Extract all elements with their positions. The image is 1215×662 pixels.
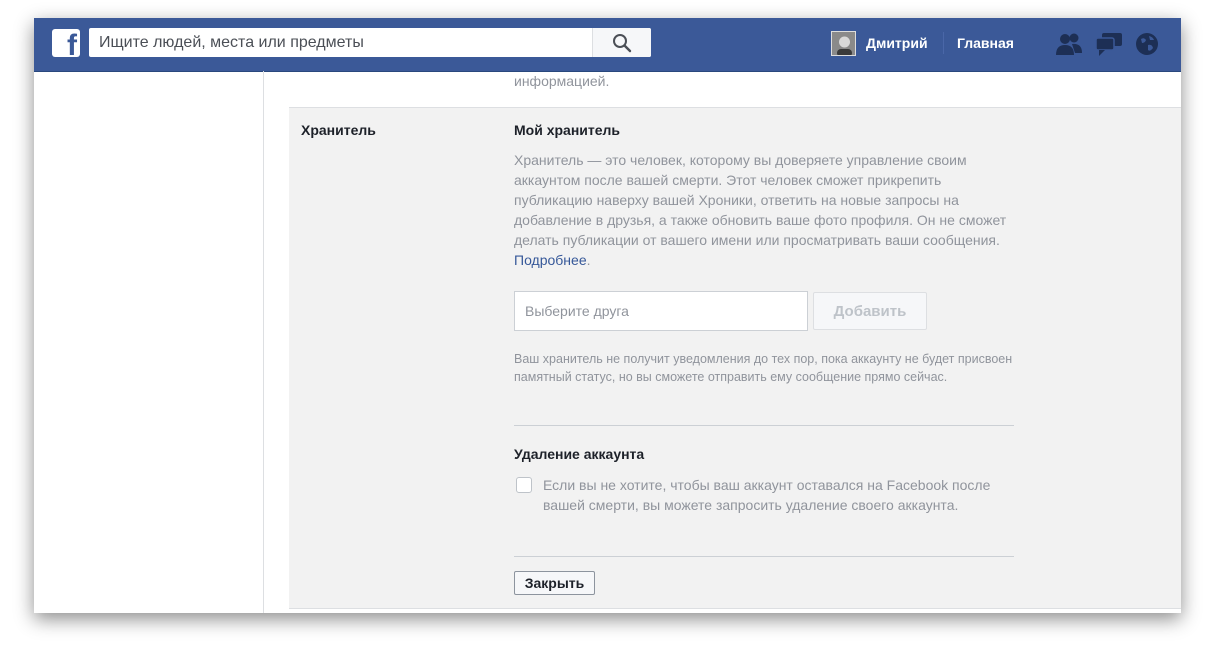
home-link[interactable]: Главная — [957, 35, 1014, 51]
search-icon — [613, 34, 632, 53]
legacy-contact-description: Хранитель — это человек, которому вы дов… — [514, 152, 1007, 268]
account-deletion-heading: Удаление аккаунта — [514, 446, 645, 462]
search-input[interactable]: Ищите людей, места или предметы — [89, 28, 651, 57]
top-navigation-bar: f Ищите людей, места или предметы Дмитри… — [34, 18, 1181, 72]
delete-account-checkbox-label[interactable]: Если вы не хотите, чтобы ваш аккаунт ост… — [543, 475, 993, 515]
previous-section-text: информацией. — [514, 73, 610, 89]
section-label: Хранитель — [301, 122, 376, 138]
delete-account-checkbox[interactable] — [516, 477, 532, 493]
nav-separator — [943, 32, 944, 54]
description-text: Хранитель — это человек, которому вы дов… — [514, 152, 1007, 248]
add-button[interactable]: Добавить — [813, 292, 927, 330]
messages-icon[interactable] — [1094, 31, 1124, 62]
close-button[interactable]: Закрыть — [514, 571, 595, 595]
friend-requests-icon[interactable] — [1054, 31, 1084, 62]
notifications-globe-icon[interactable] — [1134, 31, 1160, 62]
add-button-label: Добавить — [833, 303, 907, 320]
facebook-logo-icon[interactable]: f — [52, 29, 80, 57]
close-button-label: Закрыть — [524, 575, 585, 591]
browser-window: f Ищите людей, места или предметы Дмитри… — [34, 18, 1181, 613]
divider — [514, 425, 1014, 426]
search-button[interactable] — [592, 28, 651, 57]
profile-link[interactable]: Дмитрий — [866, 35, 928, 51]
legacy-contact-panel: Хранитель Мой хранитель Хранитель — это … — [289, 107, 1181, 609]
avatar[interactable] — [831, 31, 856, 56]
search-placeholder: Ищите людей, места или предметы — [99, 34, 364, 51]
left-column-divider — [263, 71, 264, 613]
divider — [514, 556, 1014, 557]
choose-friend-input[interactable]: Выберите друга — [514, 291, 808, 331]
choose-friend-placeholder: Выберите друга — [525, 303, 629, 319]
legacy-contact-note: Ваш хранитель не получит уведомления до … — [514, 352, 1013, 384]
legacy-contact-heading: Мой хранитель — [514, 122, 621, 138]
learn-more-link[interactable]: Подробнее — [514, 252, 587, 268]
